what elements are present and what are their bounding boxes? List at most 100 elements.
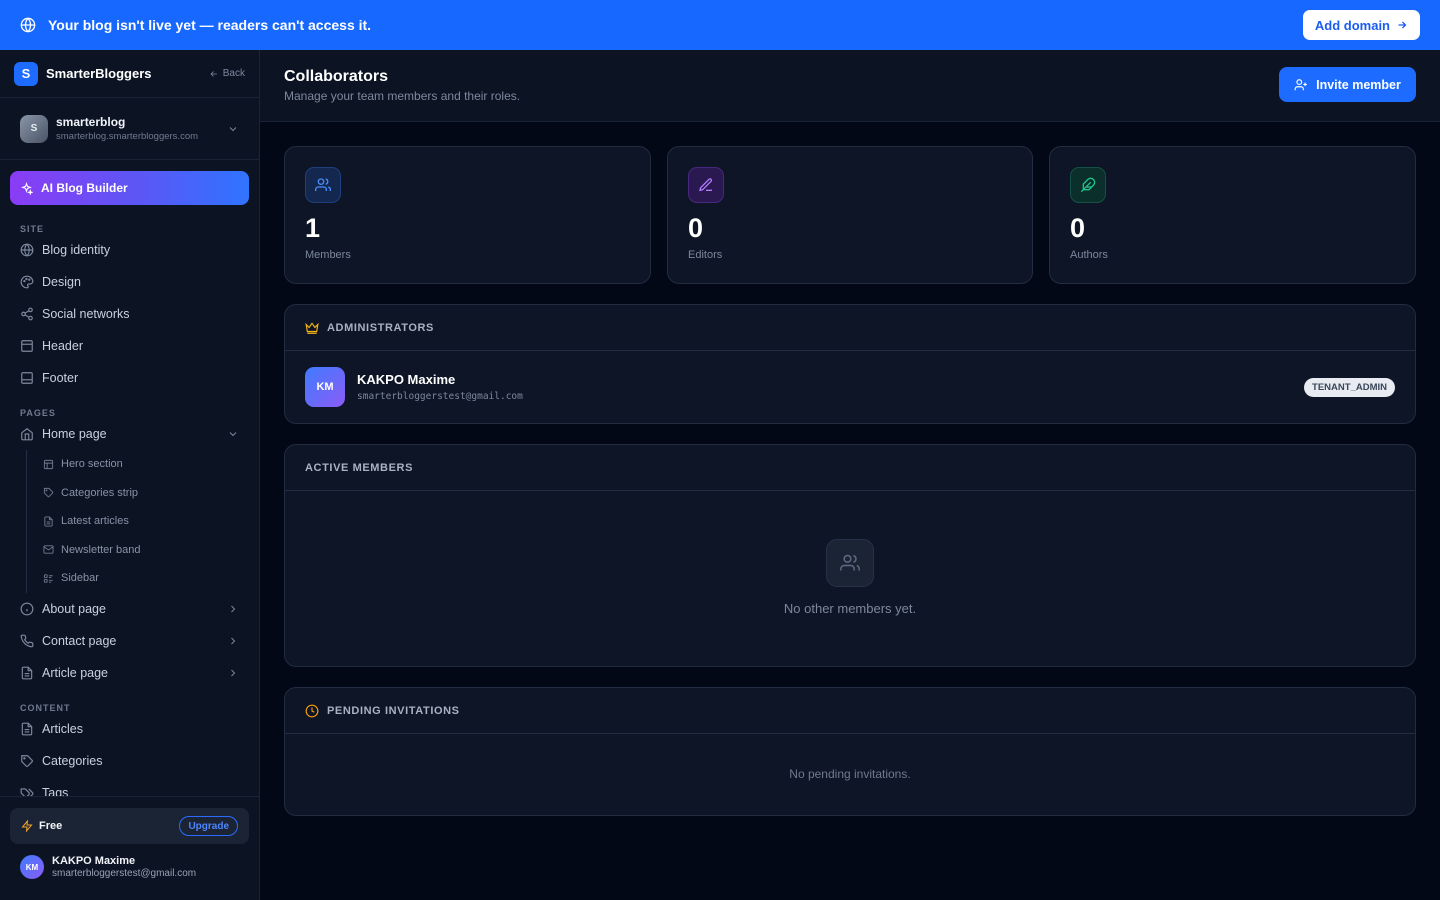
globe-icon — [20, 243, 34, 257]
section-label-site: SITE — [20, 224, 45, 234]
active-members-title: ACTIVE MEMBERS — [305, 461, 414, 474]
stat-value: 0 — [1070, 213, 1086, 243]
stat-card-editors: 0 Editors — [667, 146, 1033, 284]
avatar: KM — [20, 855, 44, 879]
file-text-icon — [43, 516, 54, 527]
sub-item-hero-section[interactable]: Hero section — [27, 450, 259, 479]
plan-card: Free Upgrade — [10, 808, 249, 844]
empty-text: No pending invitations. — [789, 767, 911, 781]
tenant-name: smarterblog — [56, 115, 126, 129]
file-text-icon — [20, 666, 34, 680]
tenant-domain: smarterblog.smarterbloggers.com — [56, 131, 199, 142]
stat-value: 1 — [305, 213, 321, 243]
tenant-avatar: S — [20, 114, 48, 143]
back-label: Back — [222, 68, 245, 79]
sidebar-item-header[interactable]: Header — [0, 330, 259, 362]
sub-item-newsletter-band[interactable]: Newsletter band — [27, 536, 259, 565]
table-row: KM KAKPO Maxime smarterbloggerstest@gmai… — [285, 351, 1415, 423]
add-domain-label: Add domain — [1314, 17, 1390, 33]
sidebar-item-design[interactable]: Design — [0, 266, 259, 298]
sidebar-item-label: Design — [42, 275, 81, 289]
invite-member-label: Invite member — [1316, 77, 1401, 92]
sidebar-item-label: Header — [42, 339, 83, 353]
tag-icon — [43, 487, 54, 498]
list-icon — [43, 573, 54, 584]
upgrade-button[interactable]: Upgrade — [179, 816, 238, 836]
zap-icon — [21, 820, 33, 832]
pending-invitations-header: PENDING INVITATIONS — [285, 688, 1415, 734]
tag-icon — [20, 754, 34, 768]
sidebar-item-home-page[interactable]: Home page — [0, 418, 259, 450]
info-icon — [20, 602, 34, 616]
page-title: Collaborators — [284, 68, 389, 85]
share-icon — [20, 307, 34, 321]
user-plus-icon — [1294, 78, 1308, 92]
pending-invitations-title: PENDING INVITATIONS — [327, 704, 460, 717]
chevron-right-icon — [227, 603, 239, 615]
sidebar-item-footer[interactable]: Footer — [0, 362, 259, 394]
sidebar-item-label: Categories — [42, 753, 103, 768]
sidebar-nav: SITE Blog identity Design Social network… — [0, 210, 259, 809]
ai-blog-builder-button[interactable]: AI Blog Builder — [10, 171, 249, 205]
palette-icon — [20, 275, 34, 289]
brand-logo: S — [14, 61, 38, 86]
banner-message: Your blog isn't live yet — readers can't… — [48, 17, 372, 33]
sidebar-item-label: Blog identity — [42, 243, 111, 257]
member-email: smarterbloggerstest@gmail.com — [357, 391, 523, 402]
clock-icon — [305, 704, 319, 718]
sidebar-item-blog-identity[interactable]: Blog identity — [0, 234, 259, 266]
empty-state: No other members yet. — [285, 491, 1415, 616]
plan-label: Free — [39, 820, 63, 832]
tenant-switcher[interactable]: S smarterblog smarterblog.smarterblogger… — [0, 98, 259, 160]
sub-item-label: Hero section — [61, 458, 123, 471]
stat-card-authors: 0 Authors — [1049, 146, 1416, 284]
chevron-down-icon — [227, 428, 239, 440]
pending-invitations-panel: PENDING INVITATIONS No pending invitatio… — [284, 687, 1416, 816]
avatar: KM — [305, 367, 345, 407]
current-user[interactable]: KM KAKPO Maxime smarterbloggerstest@gmai… — [20, 855, 196, 879]
sub-item-label: Newsletter band — [61, 543, 141, 556]
sidebar-item-social-networks[interactable]: Social networks — [0, 298, 259, 330]
sidebar-item-articles[interactable]: Articles — [0, 713, 259, 745]
sidebar-item-categories[interactable]: Categories — [0, 745, 259, 777]
administrators-title: ADMINISTRATORS — [327, 321, 434, 334]
chevron-down-icon — [227, 123, 239, 135]
sidebar-item-contact-page[interactable]: Contact page — [0, 625, 259, 657]
sub-item-label: Categories strip — [61, 486, 139, 499]
pen-icon — [688, 167, 724, 203]
sidebar-item-article-page[interactable]: Article page — [0, 657, 259, 689]
add-domain-button[interactable]: Add domain — [1302, 10, 1420, 40]
back-link[interactable]: Back — [209, 68, 245, 79]
sidebar: S SmarterBloggers Back S smarterblog sma… — [0, 50, 260, 900]
administrators-panel: ADMINISTRATORS KM KAKPO Maxime smarterbl… — [284, 304, 1416, 424]
page-subtitle: Manage your team members and their roles… — [284, 89, 521, 103]
sub-item-latest-articles[interactable]: Latest articles — [27, 507, 259, 536]
stat-card-members: 1 Members — [284, 146, 651, 284]
sidebar-item-about-page[interactable]: About page — [0, 593, 259, 625]
panel-top-icon — [43, 459, 54, 470]
section-label-pages: PAGES — [20, 408, 56, 418]
sub-item-categories-strip[interactable]: Categories strip — [27, 479, 259, 508]
sidebar-item-label: Footer — [42, 371, 79, 385]
sidebar-footer: Free Upgrade KM KAKPO Maxime smarterblog… — [0, 796, 259, 900]
role-badge: TENANT_ADMIN — [1304, 377, 1395, 397]
home-page-subnav: Hero section Categories strip Latest art… — [26, 450, 259, 593]
layout-footer-icon — [20, 371, 34, 385]
invite-member-button[interactable]: Invite member — [1279, 67, 1416, 102]
globe-icon — [20, 17, 36, 33]
brand-name: SmarterBloggers — [46, 66, 152, 81]
member-name: KAKPO Maxime — [357, 372, 456, 387]
administrators-header: ADMINISTRATORS — [285, 305, 1415, 351]
phone-icon — [20, 634, 34, 648]
stat-label: Authors — [1070, 249, 1108, 261]
sidebar-item-label: Article page — [42, 665, 109, 680]
stat-label: Editors — [688, 249, 723, 261]
main-header: Collaborators Manage your team members a… — [260, 50, 1440, 122]
chevron-right-icon — [227, 667, 239, 679]
sparkles-icon — [20, 181, 33, 195]
sidebar-item-label: Social networks — [42, 307, 130, 321]
section-label-content: CONTENT — [20, 702, 71, 713]
mail-icon — [43, 544, 54, 555]
active-members-panel: ACTIVE MEMBERS No other members yet. — [284, 444, 1416, 667]
sub-item-sidebar[interactable]: Sidebar — [27, 564, 259, 593]
